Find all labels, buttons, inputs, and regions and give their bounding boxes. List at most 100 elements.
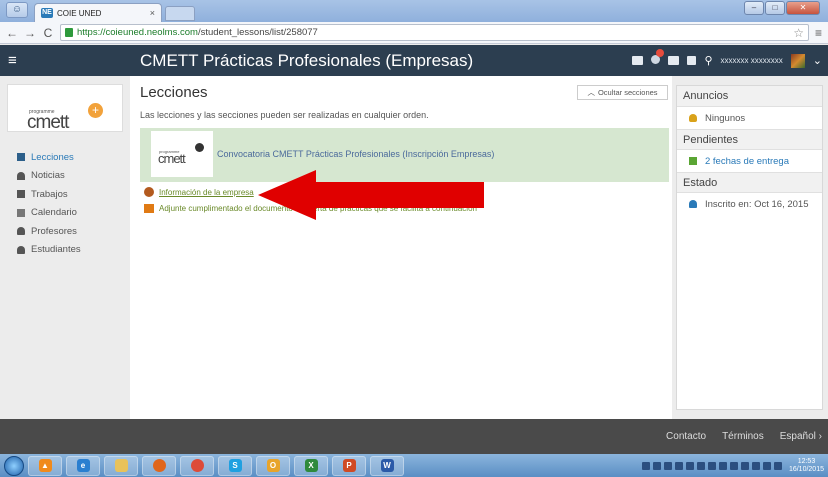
back-arrow-icon[interactable]: ← bbox=[6, 26, 18, 40]
tray-icon[interactable] bbox=[751, 461, 760, 470]
tab-title: COIE UNED bbox=[57, 8, 102, 18]
bookmark-star-icon[interactable]: ☆ bbox=[793, 26, 804, 40]
clock-date: 16/10/2015 bbox=[788, 465, 824, 473]
sidebar-item-calendar[interactable]: Calendario bbox=[0, 204, 130, 223]
sidebar-item-label: Trabajos bbox=[31, 188, 68, 200]
bell-icon bbox=[689, 114, 697, 122]
lesson-link-company-info[interactable]: Información de la empresa bbox=[159, 188, 254, 197]
tray-icon[interactable] bbox=[718, 461, 727, 470]
notification-badge bbox=[656, 48, 665, 57]
section-title[interactable]: Convocatoria CMETT Prácticas Profesional… bbox=[217, 149, 494, 159]
tray-icon[interactable] bbox=[652, 461, 661, 470]
taskbar-app-ie[interactable]: e bbox=[66, 455, 100, 476]
forward-arrow-icon[interactable]: → bbox=[24, 26, 36, 40]
search-icon[interactable]: ⚲ bbox=[704, 54, 712, 67]
internet-explorer-icon: e bbox=[76, 459, 90, 472]
logo-main-text: cmett bbox=[27, 112, 69, 133]
right-panel: Anuncios Ningunos Pendientes 2 fechas de… bbox=[676, 85, 823, 410]
pending-value[interactable]: 2 fechas de entrega bbox=[705, 156, 789, 167]
browser-tab[interactable]: NE COIE UNED × bbox=[34, 3, 162, 22]
check-icon bbox=[689, 157, 697, 165]
tray-icon[interactable] bbox=[641, 461, 650, 470]
person-icon bbox=[689, 200, 697, 208]
reload-icon[interactable]: C bbox=[42, 26, 54, 40]
username[interactable]: xxxxxxx xxxxxxxx bbox=[721, 56, 783, 65]
site-favicon-icon: NE bbox=[41, 8, 53, 18]
chevron-down-icon[interactable]: ⌄ bbox=[813, 54, 822, 67]
lesson-item[interactable]: Información de la empresa bbox=[144, 187, 254, 197]
tab-close-icon[interactable]: × bbox=[150, 8, 155, 18]
tray-icon[interactable] bbox=[674, 461, 683, 470]
main-content: Lecciones ︿ Ocultar secciones Las leccio… bbox=[130, 76, 672, 419]
logo-plus-icon: + bbox=[88, 103, 103, 118]
announcements-heading: Anuncios bbox=[677, 86, 822, 107]
calendar-icon[interactable] bbox=[668, 56, 680, 65]
skype-icon: S bbox=[228, 459, 242, 472]
powerpoint-icon: P bbox=[342, 459, 356, 472]
tray-icon[interactable] bbox=[696, 461, 705, 470]
status-heading: Estado bbox=[677, 172, 822, 193]
announcements-value: Ningunos bbox=[705, 112, 746, 124]
tray-icon[interactable] bbox=[663, 461, 672, 470]
sidebar-item-lessons[interactable]: Lecciones bbox=[0, 148, 130, 167]
avatar[interactable] bbox=[790, 53, 805, 68]
start-button[interactable] bbox=[4, 455, 24, 476]
taskbar-app-firefox[interactable] bbox=[142, 455, 176, 476]
footer-contact-link[interactable]: Contacto bbox=[666, 431, 706, 442]
address-bar[interactable]: https://coieuned.neolms.com/student_less… bbox=[60, 24, 809, 41]
browser-user-button[interactable]: ☺ bbox=[6, 2, 28, 18]
cmett-logo: programme cmett + bbox=[7, 84, 123, 133]
hide-sections-button[interactable]: ︿ Ocultar secciones bbox=[577, 85, 668, 100]
close-window-button[interactable]: ✕ bbox=[786, 1, 820, 15]
notifications-icon[interactable] bbox=[651, 48, 665, 67]
taskbar-app-explorer[interactable] bbox=[104, 455, 138, 476]
taskbar-app-skype[interactable]: S bbox=[218, 455, 252, 476]
vlc-icon: ▲ bbox=[38, 459, 52, 472]
browser-menu-icon[interactable]: ≡ bbox=[815, 26, 822, 40]
taskbar-app-word[interactable]: W bbox=[370, 455, 404, 476]
sidebar-item-students[interactable]: Estudiantes bbox=[0, 241, 130, 260]
system-tray: 12:53 16/10/2015 bbox=[641, 454, 824, 477]
sidebar: programme cmett + Lecciones Noticias Tra… bbox=[0, 76, 130, 419]
browser-toolbar: ← → C https://coieuned.neolms.com/studen… bbox=[0, 22, 828, 44]
mail-icon[interactable] bbox=[632, 56, 644, 65]
tray-icon[interactable] bbox=[762, 461, 771, 470]
lessons-icon bbox=[17, 153, 25, 162]
tray-icon[interactable] bbox=[740, 461, 749, 470]
teacher-icon bbox=[17, 227, 25, 236]
sidebar-item-label: Profesores bbox=[31, 225, 77, 237]
url-path: /student_lessons/list/258077 bbox=[197, 27, 318, 38]
footer-terms-link[interactable]: Términos bbox=[722, 431, 764, 442]
taskbar-app-outlook[interactable]: O bbox=[256, 455, 290, 476]
sidebar-item-assignments[interactable]: Trabajos bbox=[0, 185, 130, 204]
volume-icon[interactable] bbox=[773, 461, 782, 470]
sidebar-item-teachers[interactable]: Profesores bbox=[0, 222, 130, 241]
students-icon bbox=[17, 245, 25, 254]
minimize-button[interactable]: – bbox=[744, 1, 764, 15]
sidebar-item-news[interactable]: Noticias bbox=[0, 167, 130, 186]
taskbar-app-vlc[interactable]: ▲ bbox=[28, 455, 62, 476]
tray-icon[interactable] bbox=[685, 461, 694, 470]
lessons-heading: Lecciones bbox=[140, 84, 208, 101]
taskbar-app-excel[interactable]: X bbox=[294, 455, 328, 476]
chevron-up-icon: ︿ bbox=[587, 88, 595, 97]
footer-language-link[interactable]: Español › bbox=[780, 431, 822, 442]
browser-tab-strip: ☺ NE COIE UNED × – □ ✕ bbox=[0, 0, 828, 22]
folder-icon bbox=[114, 459, 128, 472]
taskbar-app-powerpoint[interactable]: P bbox=[332, 455, 366, 476]
taskbar-app-chrome[interactable] bbox=[180, 455, 214, 476]
tray-icon[interactable] bbox=[729, 461, 738, 470]
hide-sections-label: Ocultar secciones bbox=[597, 88, 658, 97]
pending-item[interactable]: 2 fechas de entrega bbox=[677, 150, 822, 172]
sidebar-nav: Lecciones Noticias Trabajos Calendario P… bbox=[0, 148, 130, 259]
app-header: ≡ CMETT Prácticas Profesionales (Empresa… bbox=[0, 45, 828, 76]
hamburger-menu-icon[interactable]: ≡ bbox=[8, 52, 32, 69]
new-tab-button[interactable] bbox=[165, 6, 195, 21]
help-icon[interactable] bbox=[687, 56, 697, 65]
pending-heading: Pendientes bbox=[677, 129, 822, 150]
tray-icon[interactable] bbox=[707, 461, 716, 470]
sidebar-item-label: Estudiantes bbox=[31, 244, 81, 256]
system-clock[interactable]: 12:53 16/10/2015 bbox=[789, 458, 824, 474]
maximize-button[interactable]: □ bbox=[765, 1, 785, 15]
excel-icon: X bbox=[304, 459, 318, 472]
